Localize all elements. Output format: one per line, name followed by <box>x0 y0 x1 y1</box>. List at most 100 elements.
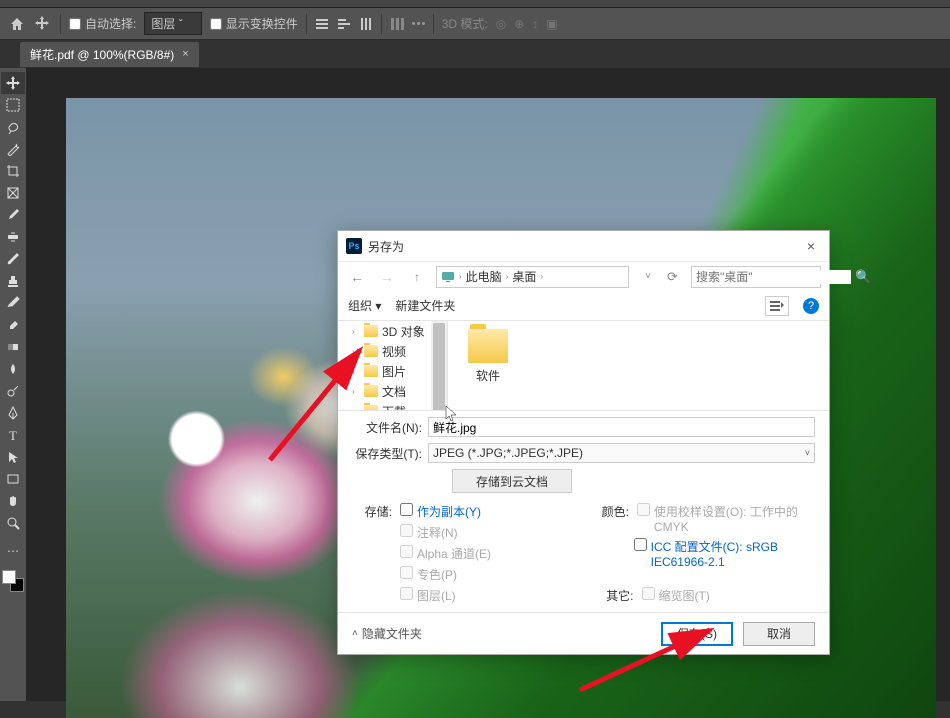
proof-checkbox <box>637 503 650 516</box>
spot-checkbox <box>400 566 413 579</box>
up-icon[interactable]: ↑ <box>406 266 428 288</box>
breadcrumb-item[interactable]: 桌面 <box>512 268 536 285</box>
storage-label: 存储: <box>352 503 392 520</box>
dropdown-icon[interactable]: ˅ <box>637 266 659 288</box>
as-copy-checkbox[interactable] <box>400 503 413 516</box>
auto-select-label: 自动选择: <box>85 15 136 32</box>
crop-tool[interactable] <box>1 160 25 182</box>
stamp-tool[interactable] <box>1 270 25 292</box>
document-tab[interactable]: 鲜花.pdf @ 100%(RGB/8#) × <box>20 42 199 67</box>
dialog-nav: ← → ↑ › 此电脑 › 桌面 › ˅ ⟳ 🔍 <box>338 261 829 291</box>
gradient-tool[interactable] <box>1 336 25 358</box>
pan-icon[interactable]: ⊕ <box>514 17 524 31</box>
divider <box>60 14 61 34</box>
frame-tool[interactable] <box>1 182 25 204</box>
search-icon[interactable]: 🔍 <box>855 269 871 285</box>
align-icon[interactable] <box>315 17 329 31</box>
help-icon[interactable]: ? <box>803 298 819 314</box>
scrollbar-thumb[interactable] <box>433 323 445 410</box>
chevron-up-icon: ˄ <box>352 628 358 639</box>
file-item-folder[interactable]: 软件 <box>456 329 520 384</box>
eraser-tool[interactable] <box>1 314 25 336</box>
document-tab-title: 鲜花.pdf @ 100%(RGB/8#) <box>30 46 174 63</box>
close-icon[interactable]: × <box>182 48 188 60</box>
filename-input[interactable] <box>428 417 815 437</box>
cursor-icon <box>445 405 459 423</box>
align-icon[interactable] <box>337 17 351 31</box>
save-to-cloud-button[interactable]: 存储到云文档 <box>452 469 572 493</box>
new-folder-button[interactable]: 新建文件夹 <box>395 297 455 314</box>
filetype-label: 保存类型(T): <box>352 443 422 462</box>
notes-checkbox <box>400 524 413 537</box>
search-box[interactable]: 🔍 <box>691 266 821 288</box>
save-button[interactable]: 保存(S) <box>661 622 733 646</box>
hide-folders-toggle[interactable]: ˄ 隐藏文件夹 <box>352 625 422 642</box>
alpha-checkbox <box>400 545 413 558</box>
menubar <box>0 0 950 8</box>
blur-tool[interactable] <box>1 358 25 380</box>
cancel-button[interactable]: 取消 <box>743 622 815 646</box>
dolly-icon[interactable]: ↕ <box>532 17 538 31</box>
spot-label: 专色(P) <box>417 566 457 583</box>
folder-icon <box>364 345 378 357</box>
back-icon[interactable]: ← <box>346 266 368 288</box>
eyedropper-tool[interactable] <box>1 204 25 226</box>
as-copy-label: 作为副本(Y) <box>417 503 481 520</box>
pen-tool[interactable] <box>1 402 25 424</box>
show-transform-checkbox[interactable]: 显示变换控件 <box>210 15 298 32</box>
dialog-titlebar: Ps 另存为 × <box>338 231 829 261</box>
edit-toolbar-icon[interactable]: ⋯ <box>1 540 25 562</box>
path-selection-tool[interactable] <box>1 446 25 468</box>
home-icon[interactable] <box>8 15 26 33</box>
breadcrumb[interactable]: › 此电脑 › 桌面 › <box>436 266 629 288</box>
lasso-tool[interactable] <box>1 116 25 138</box>
orbit-icon[interactable]: ◎ <box>496 17 506 31</box>
organize-button[interactable]: 组织 ▾ <box>348 297 381 314</box>
auto-select-checkbox[interactable]: 自动选择: <box>69 15 136 32</box>
align-icon[interactable] <box>359 17 373 31</box>
folder-icon <box>364 385 378 397</box>
forward-icon[interactable]: → <box>376 266 398 288</box>
tool-panel: T ⋯ <box>0 68 26 701</box>
marquee-tool[interactable] <box>1 94 25 116</box>
notes-label: 注释(N) <box>417 524 458 541</box>
folder-icon <box>364 405 378 410</box>
document-tab-bar: 鲜花.pdf @ 100%(RGB/8#) × <box>0 40 950 68</box>
brush-tool[interactable] <box>1 248 25 270</box>
more-icon[interactable] <box>412 22 425 25</box>
dialog-toolbar: 组织 ▾ 新建文件夹 ? <box>338 291 829 321</box>
file-list[interactable]: 软件 <box>448 321 829 410</box>
mode-3d-label: 3D 模式: <box>442 15 488 32</box>
zoom-tool[interactable] <box>1 512 25 534</box>
distribute-icon[interactable] <box>390 17 404 31</box>
hand-tool[interactable] <box>1 490 25 512</box>
alpha-label: Alpha 通道(E) <box>417 545 491 562</box>
folder-icon <box>468 329 508 363</box>
dialog-fields: 文件名(N): 保存类型(T): JPEG (*.JPG;*.JPEG;*.JP… <box>338 411 829 499</box>
filetype-dropdown[interactable]: JPEG (*.JPG;*.JPEG;*.JPE)˅ <box>428 443 815 463</box>
magic-wand-tool[interactable] <box>1 138 25 160</box>
divider <box>381 14 382 34</box>
view-options-button[interactable] <box>765 296 789 316</box>
layers-label: 图层(L) <box>417 587 456 604</box>
folder-icon <box>364 325 378 337</box>
move-tool-icon[interactable] <box>34 15 52 33</box>
rectangle-tool[interactable] <box>1 468 25 490</box>
close-icon[interactable]: × <box>801 238 821 254</box>
thumbnail-label: 缩览图(T) <box>659 587 710 604</box>
scrollbar[interactable] <box>431 321 447 410</box>
cam-icon[interactable]: ▣ <box>546 17 557 31</box>
foreground-color[interactable] <box>2 570 16 584</box>
breadcrumb-item[interactable]: 此电脑 <box>466 268 502 285</box>
refresh-icon[interactable]: ⟳ <box>667 269 683 285</box>
healing-brush-tool[interactable] <box>1 226 25 248</box>
color-swatches[interactable] <box>2 570 24 592</box>
auto-select-dropdown[interactable]: 图层 ˇ <box>144 12 201 35</box>
type-tool[interactable]: T <box>1 424 25 446</box>
thumbnail-checkbox <box>642 587 655 600</box>
icc-checkbox[interactable] <box>634 538 647 551</box>
dodge-tool[interactable] <box>1 380 25 402</box>
move-tool[interactable] <box>1 72 25 94</box>
history-brush-tool[interactable] <box>1 292 25 314</box>
search-input[interactable] <box>696 270 851 284</box>
